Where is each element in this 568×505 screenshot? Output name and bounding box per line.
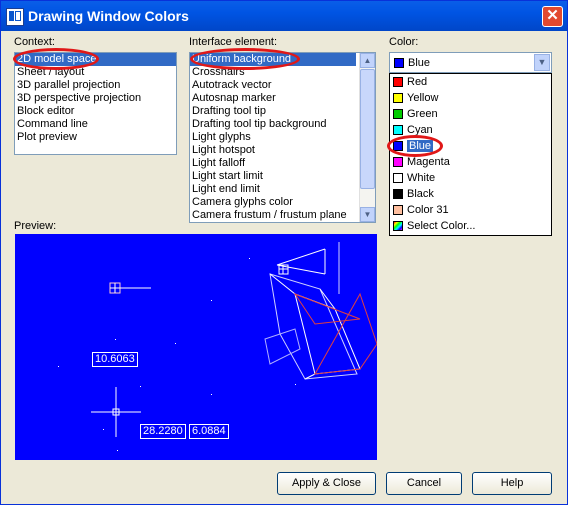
color-swatch	[393, 205, 403, 216]
interface-list-item[interactable]: Light start limit	[190, 170, 356, 183]
interface-scrollbar[interactable]: ▲ ▼	[359, 53, 375, 222]
interface-list-item[interactable]: Crosshairs	[190, 66, 356, 79]
interface-list-item[interactable]: Camera frustum / frustum plane	[190, 209, 356, 222]
app-icon	[6, 8, 24, 26]
apply-close-button[interactable]: Apply & Close	[277, 472, 376, 495]
color-dropdown-list[interactable]: Red Yellow Green Cyan Blue Magenta White Black C…	[389, 73, 552, 236]
interface-list-item[interactable]: Autosnap marker	[190, 92, 356, 105]
close-button[interactable]: ✕	[542, 6, 563, 27]
color-swatch	[394, 58, 404, 69]
color-swatch	[393, 93, 403, 104]
color-option[interactable]: Blue	[390, 138, 551, 154]
color-option[interactable]: Color 31	[390, 202, 551, 218]
interface-list-item[interactable]: Light falloff	[190, 157, 356, 170]
dimension-tooltip-1: 10.6063	[92, 352, 138, 367]
color-swatch	[393, 221, 403, 232]
interface-list-item[interactable]: Light end limit	[190, 183, 356, 196]
interface-list-item[interactable]: Autotrack vector	[190, 79, 356, 92]
color-option-label: Color 31	[407, 204, 449, 216]
context-label: Context:	[14, 36, 55, 48]
color-swatch	[393, 173, 403, 184]
color-swatch	[393, 157, 403, 168]
color-swatch	[393, 189, 403, 200]
context-list-item[interactable]: Sheet / layout	[15, 66, 176, 79]
interface-list-item[interactable]: Drafting tool tip	[190, 105, 356, 118]
color-option-label: Magenta	[407, 156, 450, 168]
interface-element-label: Interface element:	[189, 36, 278, 48]
color-option-label: Blue	[407, 140, 434, 152]
interface-list-item[interactable]: Light hotspot	[190, 144, 356, 157]
color-option[interactable]: Yellow	[390, 90, 551, 106]
arrow-up-icon: ▲	[363, 56, 372, 65]
dropdown-button[interactable]: ▼	[534, 54, 550, 71]
interface-list-item[interactable]: Camera glyphs color	[190, 196, 356, 209]
color-option[interactable]: Black	[390, 186, 551, 202]
title-bar[interactable]: Drawing Window Colors ✕	[1, 1, 567, 31]
color-swatch	[393, 141, 403, 152]
context-list-item[interactable]: 3D parallel projection	[15, 79, 176, 92]
context-list-item[interactable]: 2D model space	[15, 53, 176, 66]
color-option[interactable]: Green	[390, 106, 551, 122]
preview-label: Preview:	[14, 220, 57, 232]
arrow-down-icon: ▼	[363, 210, 372, 219]
close-icon: ✕	[546, 7, 559, 24]
color-option-label: Cyan	[407, 124, 433, 136]
dimension-tooltip-3: 6.0884	[189, 424, 229, 439]
context-list-item[interactable]: Block editor	[15, 105, 176, 118]
color-option[interactable]: Select Color...	[390, 218, 551, 234]
color-option-label: Green	[407, 108, 438, 120]
crosshair-cursor	[91, 387, 141, 437]
color-option-label: Black	[407, 188, 434, 200]
dialog-title: Drawing Window Colors	[28, 8, 189, 24]
color-option-label: Select Color...	[407, 220, 476, 232]
color-swatch	[393, 109, 403, 120]
interface-list-item[interactable]: Light glyphs	[190, 131, 356, 144]
color-combobox[interactable]: Blue ▼	[389, 52, 552, 73]
color-value: Blue	[408, 57, 431, 69]
preview-canvas: 10.6063 28.2280 6.0884	[15, 234, 377, 460]
color-option-label: White	[407, 172, 436, 184]
pickbox-crosshair	[109, 282, 151, 294]
interface-list-item[interactable]: Uniform background	[190, 53, 356, 66]
drawing-window-colors-dialog: Drawing Window Colors ✕ Context: 2D mode…	[0, 0, 568, 505]
context-list-item[interactable]: Plot preview	[15, 131, 176, 144]
3d-model-wireframe	[264, 242, 377, 380]
dimension-tooltip-2: 28.2280	[140, 424, 186, 439]
color-option[interactable]: Red	[390, 74, 551, 90]
scroll-thumb[interactable]	[360, 69, 375, 189]
help-button[interactable]: Help	[472, 472, 552, 495]
color-option-label: Red	[407, 76, 428, 88]
color-option[interactable]: Magenta	[390, 154, 551, 170]
color-option[interactable]: Cyan	[390, 122, 551, 138]
color-option[interactable]: White	[390, 170, 551, 186]
color-option-label: Yellow	[407, 92, 439, 104]
color-label: Color:	[389, 36, 419, 48]
interface-list-item[interactable]: Drafting tool tip background	[190, 118, 356, 131]
cancel-button[interactable]: Cancel	[386, 472, 462, 495]
scroll-up-button[interactable]: ▲	[360, 53, 375, 68]
context-list-item[interactable]: Command line	[15, 118, 176, 131]
chevron-down-icon: ▼	[537, 57, 547, 67]
color-swatch	[393, 125, 403, 136]
context-list-item[interactable]: 3D perspective projection	[15, 92, 176, 105]
interface-element-listbox[interactable]: Uniform background Crosshairs Autotrack ve…	[189, 52, 376, 223]
color-swatch	[393, 77, 403, 88]
context-listbox[interactable]: 2D model space Sheet / layout 3D parallel …	[14, 52, 177, 155]
scroll-down-button[interactable]: ▼	[360, 207, 375, 222]
